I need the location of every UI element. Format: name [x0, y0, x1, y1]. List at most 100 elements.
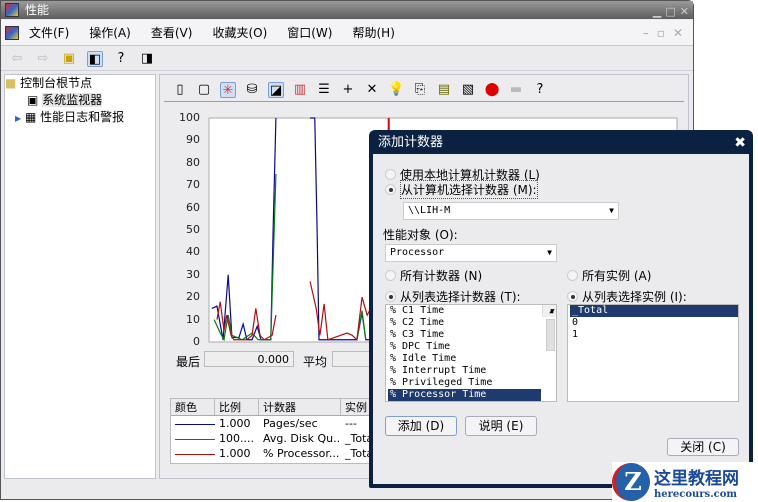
legend-scale: 1.000: [219, 447, 251, 460]
mdi-restore-button[interactable]: ▫: [657, 26, 665, 40]
y-tick-label: 10: [186, 312, 200, 326]
counter-list-item[interactable]: % Processor Time: [388, 389, 541, 401]
counter-list-item[interactable]: % C2 Time: [388, 317, 556, 329]
legend-color-swatch: [171, 446, 215, 461]
y-tick-label: 20: [186, 290, 200, 304]
y-tick-label: 100: [179, 111, 200, 124]
dialog-close-icon[interactable]: ✖: [734, 133, 746, 153]
copy-properties-icon[interactable]: ⎘: [412, 82, 428, 98]
clear-display-icon[interactable]: ▢: [196, 82, 212, 98]
up-folder-icon[interactable]: ▣: [61, 51, 77, 67]
legend-header-color[interactable]: 颜色: [171, 399, 215, 415]
logs-icon: ▦: [24, 110, 37, 124]
all-instances-radio[interactable]: 所有实例 (A): [567, 267, 651, 284]
add-button[interactable]: 添加 (D): [385, 416, 457, 436]
update-data-icon[interactable]: ▬: [508, 82, 524, 98]
counter-list-scrollbar[interactable]: ▲ ▼: [542, 305, 556, 351]
view-graph-icon[interactable]: ◪: [268, 81, 284, 98]
view-current-activity-icon[interactable]: ✳: [220, 81, 236, 98]
properties-icon[interactable]: ▧: [460, 82, 476, 98]
tree-item-system-monitor[interactable]: ▣ 系统监视器: [5, 92, 155, 109]
close-button[interactable]: ✕: [680, 3, 689, 21]
main-toolbar: ⇦ ⇨ ▣ ◧ ? ◨: [1, 47, 693, 71]
view-histogram-icon[interactable]: ▥: [292, 82, 308, 98]
counter-list[interactable]: % C1 Time% C2 Time% C3 Time% DPC Time% I…: [385, 304, 557, 402]
app-icon: [5, 3, 19, 17]
y-tick-label: 0: [193, 335, 200, 348]
counter-list-item[interactable]: % DPC Time: [388, 341, 556, 353]
dialog-title: 添加计数器: [378, 135, 444, 150]
instance-list-item[interactable]: 1: [570, 329, 738, 341]
watermark: Z 这里教程网 herecours.com: [612, 462, 758, 502]
counter-list-item[interactable]: % Interrupt Time: [388, 365, 556, 377]
new-counter-set-icon[interactable]: ▯: [172, 82, 188, 98]
mdi-minimize-button[interactable]: –: [643, 26, 649, 40]
action-pane-icon[interactable]: ◨: [139, 51, 155, 67]
legend-scale: 100....: [219, 432, 254, 445]
mdi-close-button[interactable]: ✕: [673, 26, 683, 40]
help-icon[interactable]: ?: [113, 51, 129, 67]
legend-counter: Pages/sec: [263, 417, 318, 430]
add-counters-dialog: 添加计数器 ✖ 使用本地计算机计数器 (L) 从计算机选择计数器 (M): \\L…: [369, 130, 753, 488]
counter-list-item[interactable]: % Idle Time: [388, 353, 556, 365]
instance-list[interactable]: _Total 0 1: [567, 304, 739, 402]
tree-item-logs-alerts[interactable]: ▶ ▦ 性能日志和警报: [5, 109, 155, 126]
back-icon[interactable]: ⇦: [9, 51, 25, 67]
expand-icon[interactable]: ▶: [15, 114, 21, 123]
instance-list-item[interactable]: 0: [570, 317, 738, 329]
computer-select[interactable]: \\LIH-M ▼: [403, 202, 619, 220]
watermark-title: 这里教程网: [654, 469, 739, 489]
help-icon[interactable]: ?: [532, 82, 548, 98]
all-counters-radio[interactable]: 所有计数器 (N): [385, 267, 482, 284]
view-log-data-icon[interactable]: ⛁: [244, 82, 260, 98]
legend-header-scale[interactable]: 比例: [215, 399, 259, 415]
monitor-icon: ▣: [27, 93, 39, 107]
menu-view[interactable]: 查看(V): [151, 24, 193, 41]
highlight-icon[interactable]: 💡: [388, 82, 404, 98]
console-tree: ■ 控制台根节点 ▣ 系统监视器 ▶ ▦ 性能日志和警报: [4, 74, 156, 479]
show-tree-icon[interactable]: ◧: [87, 50, 103, 67]
add-icon[interactable]: +: [340, 82, 356, 98]
menu-window[interactable]: 窗口(W): [287, 24, 332, 41]
mmc-icon: [5, 26, 19, 40]
close-dialog-button[interactable]: 关闭 (C): [667, 438, 739, 456]
last-label: 最后: [176, 355, 201, 369]
menu-file[interactable]: 文件(F): [29, 24, 69, 41]
menu-bar: 文件(F) 操作(A) 查看(V) 收藏夹(O) 窗口(W) 帮助(H) – ▫ ✕: [1, 20, 693, 46]
watermark-logo: Z: [612, 463, 650, 501]
y-tick-label: 60: [186, 200, 200, 214]
performance-object-select[interactable]: Processor ▼: [385, 244, 557, 262]
watermark-url: herecours.com: [654, 489, 738, 500]
select-counters-radio[interactable]: 从列表选择计数器 (T):: [385, 288, 521, 305]
view-report-icon[interactable]: ☰: [316, 82, 332, 98]
tree-root[interactable]: ■ 控制台根节点: [5, 75, 155, 92]
legend-counter: Avg. Disk Qu...: [263, 432, 341, 445]
legend-color-swatch: [171, 431, 215, 446]
menu-favorites[interactable]: 收藏夹(O): [212, 24, 267, 41]
explain-button[interactable]: 说明 (E): [465, 416, 537, 436]
forward-icon[interactable]: ⇨: [35, 51, 51, 67]
menu-action[interactable]: 操作(A): [89, 24, 131, 41]
y-tick-label: 40: [186, 245, 200, 259]
maximize-button[interactable]: □: [665, 3, 675, 21]
minimize-button[interactable]: ▁: [653, 3, 661, 21]
counter-list-item[interactable]: % C3 Time: [388, 329, 556, 341]
title-bar: 性能 ▁ □ ✕: [1, 1, 693, 19]
paste-counter-list-icon[interactable]: ▤: [436, 82, 452, 98]
y-tick-label: 30: [186, 267, 200, 281]
legend-color-swatch: [171, 416, 215, 431]
last-value: 0.000: [204, 351, 294, 367]
chevron-down-icon: ▼: [547, 248, 552, 257]
y-tick-label: 70: [186, 178, 200, 192]
menu-help[interactable]: 帮助(H): [352, 24, 394, 41]
delete-icon[interactable]: ✕: [364, 82, 380, 98]
legend-header-counter[interactable]: 计数器: [259, 399, 341, 415]
select-instances-radio[interactable]: 从列表选择实例 (I):: [567, 288, 687, 305]
instance-list-item[interactable]: _Total: [570, 305, 738, 317]
counter-list-item[interactable]: % C1 Time: [388, 305, 556, 317]
legend-scale: 1.000: [219, 417, 251, 430]
remote-counters-radio[interactable]: 从计算机选择计数器 (M):: [385, 180, 538, 199]
counter-list-item[interactable]: % Privileged Time: [388, 377, 556, 389]
freeze-display-icon[interactable]: ⬤: [484, 82, 500, 98]
y-tick-label: 50: [186, 223, 200, 236]
